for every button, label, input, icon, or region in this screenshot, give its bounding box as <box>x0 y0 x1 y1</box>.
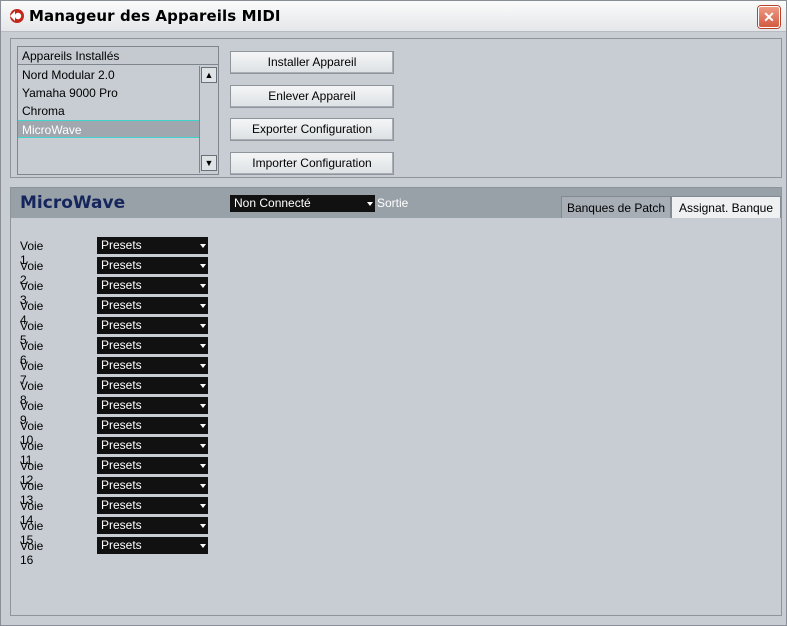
output-label: Sortie <box>377 196 409 210</box>
device-panel: MicroWave Non Connecté Sortie Banques de… <box>10 187 782 616</box>
voice-preset-value: Presets <box>101 338 142 352</box>
chevron-down-icon <box>200 464 206 468</box>
chevron-down-icon <box>200 384 206 388</box>
voice-preset-value: Presets <box>101 438 142 452</box>
voice-preset-select[interactable]: Presets <box>97 377 208 394</box>
list-scrollbar[interactable]: ▲ ▼ <box>199 66 218 173</box>
voice-preset-value: Presets <box>101 258 142 272</box>
output-select[interactable]: Non Connecté <box>230 195 375 212</box>
chevron-down-icon <box>200 444 206 448</box>
voice-preset-select[interactable]: Presets <box>97 357 208 374</box>
voice-preset-select[interactable]: Presets <box>97 437 208 454</box>
import-configuration-button[interactable]: Importer Configuration <box>230 152 394 175</box>
voice-preset-value: Presets <box>101 358 142 372</box>
voice-preset-value: Presets <box>101 398 142 412</box>
window-title: Manageur des Appareils MIDI <box>29 7 281 25</box>
list-item[interactable]: Yamaha 9000 Pro <box>18 84 199 102</box>
scroll-up-icon[interactable]: ▲ <box>201 67 217 83</box>
chevron-down-icon <box>200 244 206 248</box>
installed-devices-panel: Appareils Installés Nord Modular 2.0 Yam… <box>10 38 782 178</box>
tab-bank-assignment[interactable]: Assignat. Banque <box>671 196 781 218</box>
voice-preset-select[interactable]: Presets <box>97 397 208 414</box>
chevron-down-icon <box>367 202 373 206</box>
voice-preset-select[interactable]: Presets <box>97 477 208 494</box>
voice-label: Voie 16 <box>20 539 44 567</box>
device-name: MicroWave <box>20 193 126 213</box>
chevron-down-icon <box>200 264 206 268</box>
voice-preset-select[interactable]: Presets <box>97 497 208 514</box>
chevron-down-icon <box>200 304 206 308</box>
close-button[interactable]: ✕ <box>758 6 780 28</box>
export-configuration-button[interactable]: Exporter Configuration <box>230 118 394 141</box>
voice-preset-select[interactable]: Presets <box>97 417 208 434</box>
voice-preset-select[interactable]: Presets <box>97 257 208 274</box>
voice-preset-value: Presets <box>101 378 142 392</box>
voice-preset-select[interactable]: Presets <box>97 237 208 254</box>
voice-preset-select[interactable]: Presets <box>97 337 208 354</box>
voice-preset-select[interactable]: Presets <box>97 537 208 554</box>
voice-preset-value: Presets <box>101 418 142 432</box>
voice-preset-value: Presets <box>101 458 142 472</box>
list-item[interactable]: Nord Modular 2.0 <box>18 66 199 84</box>
voice-preset-value: Presets <box>101 478 142 492</box>
list-item[interactable]: Chroma <box>18 102 199 120</box>
tab-patch-banks[interactable]: Banques de Patch <box>561 196 671 218</box>
device-header: MicroWave Non Connecté Sortie Banques de… <box>11 188 781 218</box>
voice-preset-select[interactable]: Presets <box>97 517 208 534</box>
chevron-down-icon <box>200 284 206 288</box>
title-bar[interactable]: Manageur des Appareils MIDI ✕ <box>1 1 786 32</box>
voice-preset-value: Presets <box>101 318 142 332</box>
chevron-down-icon <box>200 524 206 528</box>
voice-preset-value: Presets <box>101 518 142 532</box>
list-item-selected[interactable]: MicroWave <box>18 120 199 138</box>
install-device-button[interactable]: Installer Appareil <box>230 51 394 74</box>
voice-preset-select[interactable]: Presets <box>97 317 208 334</box>
chevron-down-icon <box>200 404 206 408</box>
app-logo-icon <box>9 8 25 24</box>
installed-devices-list[interactable]: Appareils Installés Nord Modular 2.0 Yam… <box>17 46 219 175</box>
chevron-down-icon <box>200 364 206 368</box>
voice-preset-value: Presets <box>101 238 142 252</box>
chevron-down-icon <box>200 424 206 428</box>
list-header: Appareils Installés <box>18 47 218 65</box>
voice-preset-value: Presets <box>101 498 142 512</box>
chevron-down-icon <box>200 484 206 488</box>
output-value: Non Connecté <box>234 196 311 210</box>
voice-preset-select[interactable]: Presets <box>97 297 208 314</box>
chevron-down-icon <box>200 544 206 548</box>
midi-device-manager-window: Manageur des Appareils MIDI ✕ Appareils … <box>0 0 787 626</box>
chevron-down-icon <box>200 324 206 328</box>
voice-preset-value: Presets <box>101 298 142 312</box>
voice-preset-value: Presets <box>101 278 142 292</box>
voice-preset-select[interactable]: Presets <box>97 277 208 294</box>
close-icon: ✕ <box>763 9 775 25</box>
scroll-down-icon[interactable]: ▼ <box>201 155 217 171</box>
voice-preset-select[interactable]: Presets <box>97 457 208 474</box>
chevron-down-icon <box>200 344 206 348</box>
voice-preset-value: Presets <box>101 538 142 552</box>
chevron-down-icon <box>200 504 206 508</box>
remove-device-button[interactable]: Enlever Appareil <box>230 85 394 108</box>
